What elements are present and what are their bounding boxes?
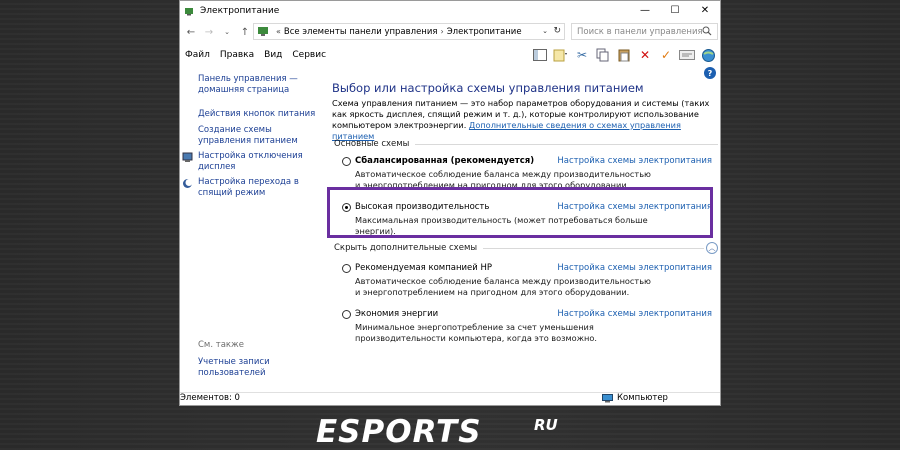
control-panel-icon — [258, 27, 268, 36]
address-bar[interactable]: « Все элементы панели управления › Элект… — [253, 23, 565, 40]
sidebar-item-create-plan[interactable]: Создание схемы управления питанием — [198, 125, 316, 147]
divider — [483, 247, 704, 249]
sleep-moon-icon — [183, 179, 193, 188]
minimize-button[interactable]: — — [630, 1, 660, 20]
properties-icon[interactable] — [679, 47, 695, 63]
pane-layout-icon[interactable] — [532, 47, 548, 63]
breadcrumb-separator[interactable]: › — [441, 27, 444, 36]
window-title: Электропитание — [200, 5, 280, 16]
group-main-plans: Основные схемы — [334, 139, 718, 149]
menu-bar: Файл Правка Вид Сервис ✂ ✕ ✓ — [180, 45, 720, 65]
collapse-chevron-icon[interactable]: ︿ — [706, 242, 718, 254]
breadcrumb-power-options[interactable]: Электропитание — [447, 27, 522, 37]
forward-arrow-icon[interactable]: → — [202, 25, 216, 39]
breadcrumb-overflow[interactable]: « — [276, 27, 281, 36]
plan-power-saver-settings-link[interactable]: Настройка схемы электропитания — [557, 309, 712, 319]
page-description: Схема управления питанием — это набор па… — [332, 98, 716, 142]
plan-balanced-settings-link[interactable]: Настройка схемы электропитания — [557, 156, 712, 166]
toolbar: ✂ ✕ ✓ — [532, 45, 716, 65]
paste-icon[interactable] — [616, 47, 632, 63]
copy-icon[interactable] — [595, 47, 611, 63]
close-button[interactable]: ✕ — [690, 1, 720, 20]
sidebar-item-power-buttons[interactable]: Действия кнопок питания — [198, 109, 316, 120]
recent-dropdown-icon[interactable]: ⌄ — [220, 25, 234, 39]
cut-icon[interactable]: ✂ — [574, 47, 590, 63]
breadcrumb-all-items[interactable]: Все элементы панели управления — [284, 27, 438, 37]
plan-power-saver-radio[interactable] — [342, 310, 351, 319]
menu-tools[interactable]: Сервис — [292, 50, 326, 60]
svg-text:RU: RU — [534, 416, 558, 434]
refresh-icon[interactable]: ↻ — [553, 26, 561, 36]
menu-edit[interactable]: Правка — [220, 50, 254, 60]
plan-hp-recommended-description: Автоматическое соблюдение баланса между … — [355, 276, 651, 297]
status-computer-label: Компьютер — [617, 393, 668, 403]
globe-icon[interactable] — [700, 47, 716, 63]
plan-power-saver-name[interactable]: Экономия энергии — [355, 309, 438, 319]
checkmark-icon[interactable]: ✓ — [658, 47, 674, 63]
status-item-count: Элементов: 0 — [180, 393, 240, 403]
title-bar: Электропитание — ☐ ✕ — [180, 1, 720, 20]
highlight-frame — [327, 187, 713, 238]
menu-file[interactable]: Файл — [185, 50, 210, 60]
power-options-icon — [185, 7, 193, 15]
sidebar-item-user-accounts[interactable]: Учетные записи пользователей — [198, 357, 278, 379]
sidebar-item-display-off[interactable]: Настройка отключения дисплея — [198, 151, 316, 173]
group-additional-plans-title[interactable]: Скрыть дополнительные схемы — [334, 243, 477, 253]
svg-text:ESPORTS: ESPORTS — [316, 416, 482, 446]
status-location: Компьютер — [602, 393, 668, 403]
plan-balanced-name[interactable]: Сбалансированная (рекомендуется) — [355, 156, 534, 166]
search-input[interactable]: Поиск в панели управления — [571, 23, 718, 40]
group-main-plans-title: Основные схемы — [334, 139, 410, 149]
sidebar: Панель управления — домашняя страница Де… — [180, 67, 320, 391]
address-toolbar: ← → ⌄ ↑ « Все элементы панели управления… — [180, 21, 720, 43]
see-also-heading: См. также — [198, 340, 244, 350]
delete-icon[interactable]: ✕ — [637, 47, 653, 63]
up-arrow-icon[interactable]: ↑ — [238, 25, 252, 39]
status-bar: Элементов: 0 Компьютер — [180, 392, 720, 405]
maximize-button[interactable]: ☐ — [660, 1, 690, 20]
search-placeholder: Поиск в панели управления — [577, 26, 703, 37]
sidebar-item-sleep[interactable]: Настройка перехода в спящий режим — [198, 177, 316, 199]
esports-ru-logo: ESPORTS RU — [316, 416, 558, 446]
divider — [415, 143, 718, 145]
plan-hp-recommended-settings-link[interactable]: Настройка схемы электропитания — [557, 263, 712, 273]
plan-hp-recommended-radio[interactable] — [342, 264, 351, 273]
search-icon[interactable] — [702, 26, 712, 36]
back-arrow-icon[interactable]: ← — [184, 25, 198, 39]
address-dropdown-icon[interactable]: ⌄ — [542, 27, 548, 35]
group-additional-plans: Скрыть дополнительные схемы ︿ — [334, 242, 718, 254]
folder-options-icon[interactable] — [553, 47, 569, 63]
computer-icon — [602, 393, 613, 402]
plan-hp-recommended-name[interactable]: Рекомендуемая компанией HP — [355, 263, 492, 273]
plan-balanced-radio[interactable] — [342, 157, 351, 166]
page-title: Выбор или настройка схемы управления пит… — [332, 81, 644, 95]
plan-power-saver-description: Минимальное энергопотребление за счет ум… — [355, 322, 598, 343]
display-settings-icon — [182, 152, 193, 162]
menu-view[interactable]: Вид — [264, 50, 282, 60]
sidebar-item-home[interactable]: Панель управления — домашняя страница — [198, 74, 316, 96]
